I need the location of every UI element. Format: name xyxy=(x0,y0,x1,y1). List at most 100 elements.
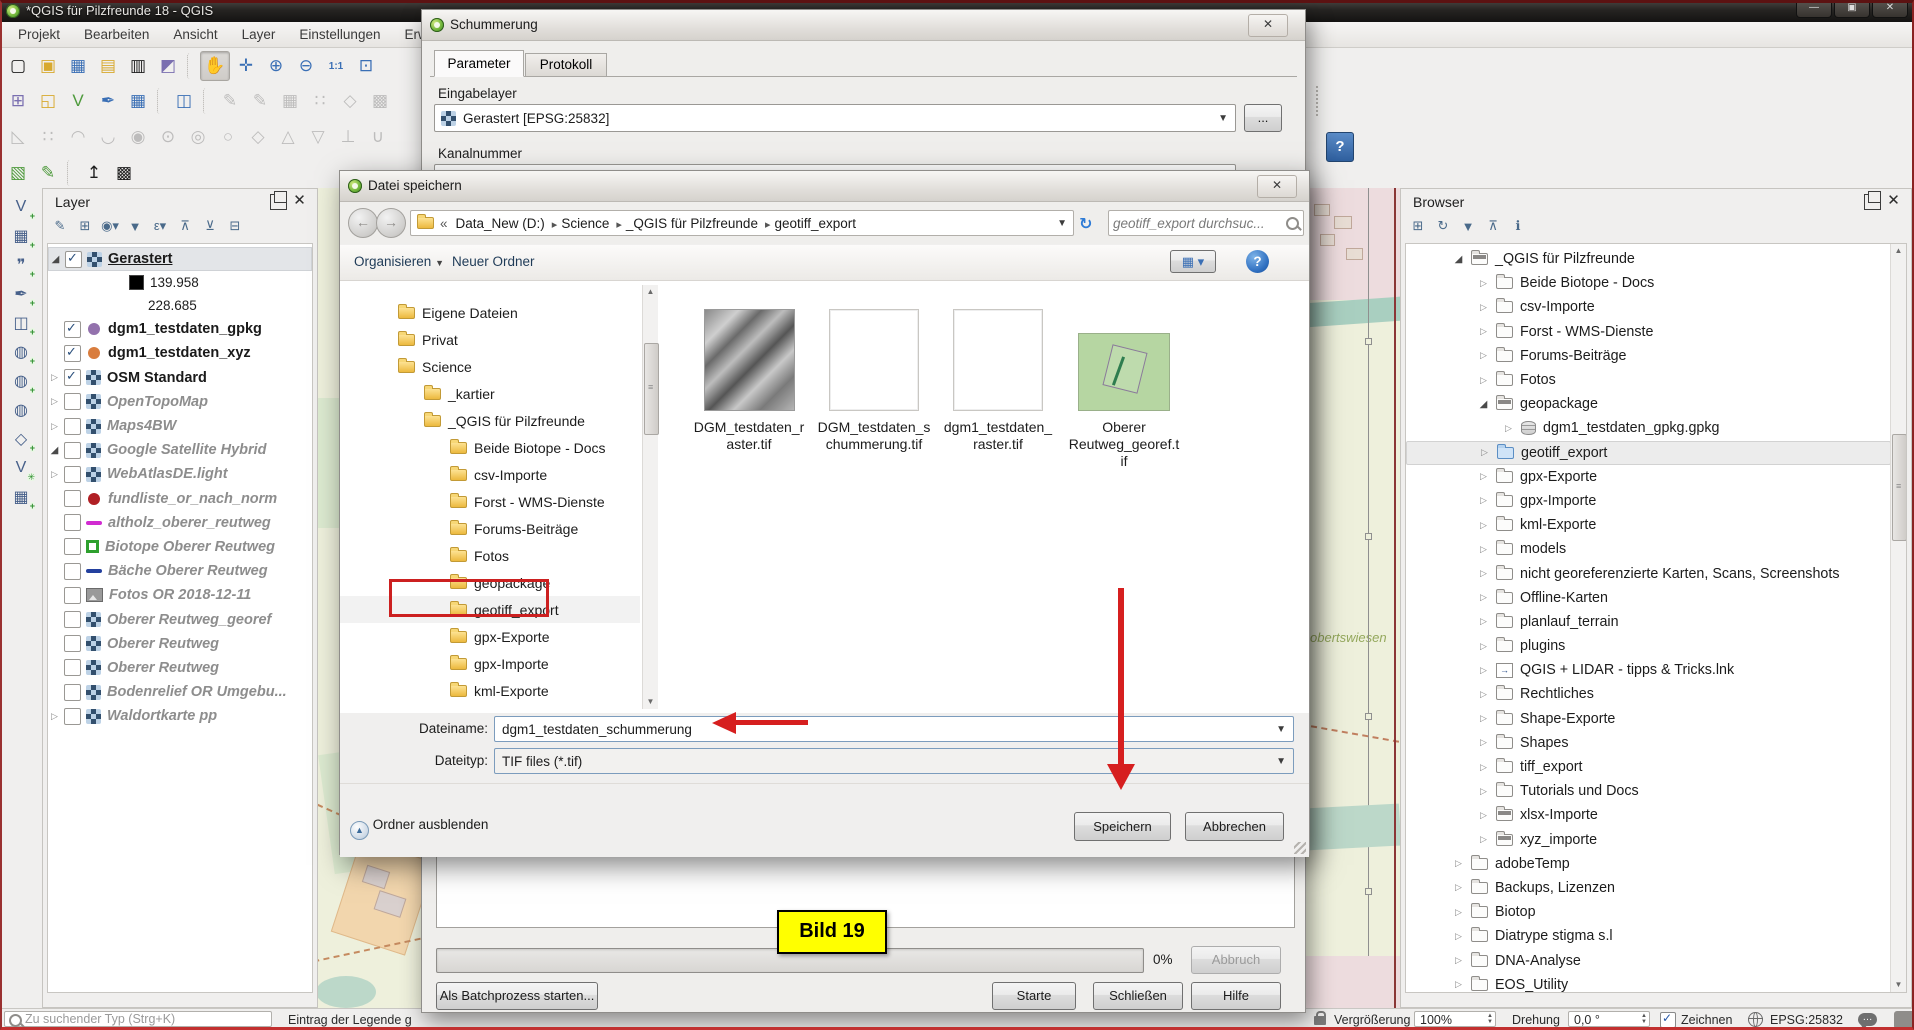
help-contents-icon[interactable]: ? xyxy=(1326,132,1354,162)
expander-icon[interactable] xyxy=(48,421,61,432)
expander-icon[interactable] xyxy=(1452,858,1465,869)
layer-item[interactable]: 139.958 xyxy=(48,271,312,294)
browser-item[interactable]: Shape-Exporte xyxy=(1406,707,1891,731)
spinner-icon[interactable]: ▲▼ xyxy=(1487,1013,1493,1025)
toolbar-separator[interactable] xyxy=(187,53,195,79)
layer-visibility-checkbox[interactable] xyxy=(64,514,81,531)
layer-item[interactable]: dgm1_testdaten_gpkg xyxy=(48,317,312,341)
browser-item[interactable]: DNA-Analyse xyxy=(1406,948,1891,972)
folder-tree-item[interactable]: Privat xyxy=(340,326,640,353)
hide-folders-button[interactable]: ▲ Ordner ausblenden xyxy=(350,817,488,840)
collapse-all-icon[interactable]: ⊼ xyxy=(1484,217,1502,235)
layer-visibility-checkbox[interactable] xyxy=(64,345,81,362)
layer-visibility-checkbox[interactable] xyxy=(64,393,81,410)
filename-input[interactable]: dgm1_testdaten_schummerung ▼ xyxy=(494,716,1294,742)
expander-icon[interactable] xyxy=(1477,665,1490,676)
folder-tree-item[interactable]: gpx-Importe xyxy=(340,650,640,677)
plugin-icon[interactable] xyxy=(1894,1011,1914,1029)
layer-item[interactable]: Fotos OR 2018-12-11 xyxy=(48,583,312,607)
breadcrumb-item[interactable]: Data_New (D:) xyxy=(454,216,560,231)
browser-item[interactable]: Rechtliches xyxy=(1406,682,1891,706)
browser-item[interactable]: gpx-Importe xyxy=(1406,489,1891,513)
vertex-tool-icon[interactable]: ◇ xyxy=(336,87,364,115)
layer-visibility-checkbox[interactable] xyxy=(64,659,81,676)
ellipse-icon[interactable]: ◎ xyxy=(184,123,212,151)
new-vector-layer-icon[interactable]: V + xyxy=(6,192,36,221)
add-selected-layers-icon[interactable]: ⊞ xyxy=(1409,217,1427,235)
browser-item[interactable]: kml-Exporte xyxy=(1406,513,1891,537)
layer-visibility-checkbox[interactable] xyxy=(64,466,81,483)
add-postgis-icon[interactable]: ◍ + xyxy=(6,337,36,366)
toolbar-separator[interactable] xyxy=(157,88,165,114)
new-geopackage-icon[interactable]: ✒ xyxy=(94,87,122,115)
browser-item[interactable]: geopackage xyxy=(1406,392,1891,416)
restore-button[interactable]: ▣ xyxy=(1834,0,1870,18)
expander-icon[interactable] xyxy=(1452,882,1465,893)
style-manager-icon[interactable]: ◩ xyxy=(154,52,182,80)
folder-tree-item[interactable]: Eigene Dateien xyxy=(340,299,640,326)
save-project-icon[interactable]: ▦ xyxy=(64,52,92,80)
browser-item[interactable]: Fotos xyxy=(1406,368,1891,392)
browser-item[interactable]: plugins xyxy=(1406,634,1891,658)
folder-tree-item[interactable]: Beide Biotope - Docs xyxy=(340,434,640,461)
browser-item[interactable]: models xyxy=(1406,537,1891,561)
expander-icon[interactable] xyxy=(1477,302,1490,313)
magnifier-value-input[interactable]: 100% ▲▼ xyxy=(1414,1011,1496,1027)
remove-layer-icon[interactable]: ⊟ xyxy=(226,217,244,235)
browser-item[interactable]: xyz_importe xyxy=(1406,828,1891,852)
address-bar[interactable]: « Data_New (D:)Science_QGIS für Pilzfreu… xyxy=(410,210,1074,236)
float-panel-icon[interactable] xyxy=(270,194,287,210)
menu-item[interactable]: Bearbeiten xyxy=(72,24,161,45)
new-raster-layer-icon[interactable]: ▦ + xyxy=(6,221,36,250)
address-dropdown-icon[interactable]: ▼ xyxy=(1057,218,1069,229)
folder-tree-item[interactable]: gpx-Exporte xyxy=(340,623,640,650)
raster-extent-icon[interactable]: ▩ xyxy=(110,159,138,187)
layer-visibility-checkbox[interactable] xyxy=(64,321,81,338)
folder-tree-item[interactable]: kml-Exporte xyxy=(340,677,640,704)
add-gpx-icon[interactable]: ✒ + xyxy=(6,279,36,308)
add-group-icon[interactable]: ⊞ xyxy=(76,217,94,235)
circle2-icon[interactable]: ⊙ xyxy=(154,123,182,151)
layer-visibility-checkbox[interactable] xyxy=(64,587,81,604)
expander-icon[interactable] xyxy=(1477,495,1490,506)
scroll-down-icon[interactable]: ▼ xyxy=(644,695,657,709)
refresh-icon[interactable]: ↻ xyxy=(1079,214,1092,234)
crs-globe-icon[interactable] xyxy=(1748,1012,1763,1027)
folder-tree-item[interactable]: csv-Importe xyxy=(340,461,640,488)
expander-icon[interactable] xyxy=(1452,254,1465,265)
browser-item[interactable]: nicht georeferenzierte Karten, Scans, Sc… xyxy=(1406,561,1891,585)
expander-icon[interactable] xyxy=(1477,471,1490,482)
messages-icon[interactable]: … xyxy=(1858,1013,1877,1026)
close-button[interactable]: Schließen xyxy=(1093,982,1183,1010)
expander-icon[interactable] xyxy=(1477,762,1490,773)
file-item[interactable]: dgm1_testdaten_ raster.tif xyxy=(938,309,1058,453)
browser-item[interactable]: planlauf_terrain xyxy=(1406,610,1891,634)
layer-item[interactable]: Bäche Oberer Reutweg xyxy=(48,559,312,583)
minimize-button[interactable]: — xyxy=(1796,0,1832,18)
layer-item[interactable]: Waldortkarte pp xyxy=(48,704,312,728)
layer-item[interactable]: fundliste_or_nach_norm xyxy=(48,487,312,511)
refresh-icon[interactable]: ↻ xyxy=(1434,217,1452,235)
browser-item[interactable]: Offline-Karten xyxy=(1406,586,1891,610)
layer-visibility-checkbox[interactable] xyxy=(64,635,81,652)
browser-item[interactable]: geotiff_export xyxy=(1406,441,1891,465)
layer-item[interactable]: Gerastert xyxy=(48,247,312,271)
expander-icon[interactable] xyxy=(1477,641,1490,652)
expander-icon[interactable] xyxy=(1477,713,1490,724)
new-shapefile-icon[interactable]: V xyxy=(64,87,92,115)
arc-icon[interactable]: ◠ xyxy=(64,123,92,151)
layer-item[interactable]: Google Satellite Hybrid xyxy=(48,438,312,462)
expander-icon[interactable] xyxy=(1477,786,1490,797)
browser-item[interactable]: adobeTemp xyxy=(1406,852,1891,876)
folder-tree-item[interactable]: Fotos xyxy=(340,542,640,569)
layer-item[interactable]: Oberer Reutweg_georef xyxy=(48,607,312,631)
import-photos-icon[interactable]: ↥ xyxy=(80,159,108,187)
folder-tree-item[interactable]: Forst - WMS-Dienste xyxy=(340,488,640,515)
add-wcs-icon[interactable]: ◍ xyxy=(6,395,36,424)
layer-item[interactable]: altholz_oberer_reutweg xyxy=(48,511,312,535)
expander-icon[interactable] xyxy=(1452,979,1465,990)
toolbar-separator[interactable] xyxy=(67,160,75,186)
new-project-icon[interactable]: ▢ xyxy=(4,52,32,80)
zoom-full-icon[interactable]: ⊡ xyxy=(352,52,380,80)
browser-item[interactable]: _QGIS für Pilzfreunde xyxy=(1406,247,1891,271)
